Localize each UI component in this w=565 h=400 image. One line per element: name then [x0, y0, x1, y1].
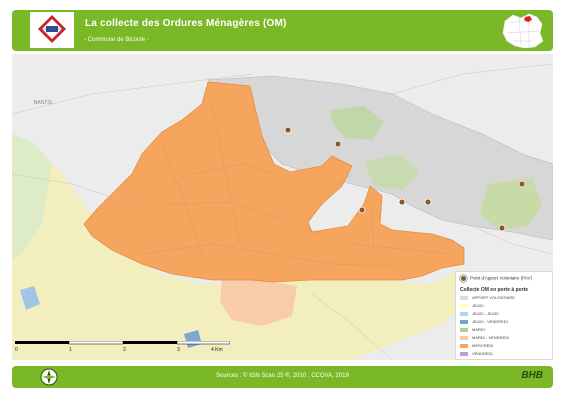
scale-tick: 2	[123, 347, 126, 353]
locator-map-icon	[502, 13, 544, 49]
compass-icon	[40, 368, 58, 386]
pav-point[interactable]	[284, 126, 292, 134]
legend-item: MARDI - VENDREDI	[460, 335, 509, 340]
legend-poi-row: Point d'Apport Volontaire (PAV)	[460, 275, 532, 282]
footer-banner: Sources : © IGN Scan 25 ®, 2010 ; CCOVA,…	[12, 366, 553, 388]
legend-item: JEUDI - JEUDI	[460, 311, 499, 316]
page-title: La collecte des Ordures Ménagères (OM)	[85, 18, 287, 29]
brand-logo: BHB	[521, 370, 543, 381]
place-label: BANTIS	[34, 100, 53, 106]
legend-item: VENDREDI	[460, 351, 493, 356]
pav-point[interactable]	[334, 140, 342, 148]
scale-tick: 0	[15, 347, 18, 353]
legend-item: JEUDI	[460, 303, 484, 308]
legend-poi-label: Point d'Apport Volontaire (PAV)	[470, 275, 532, 281]
legend-item: APPORT VOLONTAIRE	[460, 295, 515, 300]
page-subtitle: - Commune de Bicoule -	[84, 37, 149, 43]
commune-logo-icon	[30, 12, 74, 48]
legend-item: MARDI	[460, 327, 485, 332]
pav-point[interactable]	[398, 198, 406, 206]
scale-tick: 1	[69, 347, 72, 353]
scale-tick: 4 Km	[211, 347, 223, 353]
pav-point-icon	[460, 275, 467, 282]
scale-tick: 3	[177, 347, 180, 353]
pav-point[interactable]	[498, 224, 506, 232]
pav-point[interactable]	[518, 180, 526, 188]
pav-point[interactable]	[358, 206, 366, 214]
header-banner: La collecte des Ordures Ménagères (OM) -…	[12, 10, 553, 51]
scale-bar: 0 1 2 3 4 Km	[15, 341, 230, 353]
legend-item: MERCREDI	[460, 343, 493, 348]
map-legend: Point d'Apport Volontaire (PAV) Collecte…	[455, 271, 553, 360]
pav-point[interactable]	[424, 198, 432, 206]
legend-item: JEUDI - VENDREDI	[460, 319, 508, 324]
sources-text: Sources : © IGN Scan 25 ®, 2010 ; CCOVA,…	[216, 373, 349, 379]
legend-heading: Collecte OM en porte à porte	[460, 287, 529, 293]
